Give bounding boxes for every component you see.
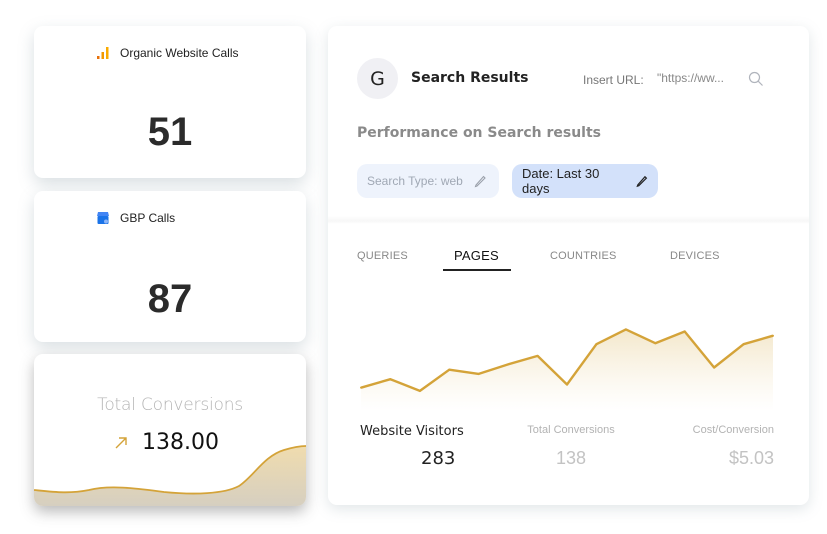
insert-url-label: Insert URL:	[583, 73, 644, 87]
date-range-filter-chip[interactable]: Date: Last 30 days	[512, 164, 658, 198]
chart-point	[654, 342, 657, 345]
active-tab-indicator	[443, 269, 511, 271]
total-conversions-card: Total Conversions 138.00	[34, 354, 306, 506]
cost-per-conversion-value: $5.03	[728, 448, 774, 468]
website-visitors-stat: Website Visitors 283	[360, 424, 464, 469]
search-results-panel: G Search Results Insert URL: Performance…	[328, 26, 809, 505]
date-range-label: Date: Last 30 days	[522, 166, 600, 196]
dimension-tabs: QUERIES PAGES COUNTRIES DEVICES	[357, 248, 777, 274]
cost-per-conversion-label: Cost/Conversion	[692, 424, 774, 436]
chart-area-fill	[361, 329, 773, 411]
chart-point	[418, 389, 421, 392]
section-divider	[328, 216, 809, 224]
tab-countries[interactable]: COUNTRIES	[550, 250, 617, 262]
total-conversions-stat-label: Total Conversions	[527, 424, 615, 436]
google-avatar: G	[357, 58, 398, 99]
total-conversions-label: Total Conversions	[97, 395, 243, 415]
gbp-calls-label: GBP Calls	[120, 211, 176, 225]
chart-point	[360, 386, 362, 389]
panel-title: Search Results	[411, 70, 529, 86]
url-input[interactable]	[657, 71, 737, 85]
google-business-profile-icon	[97, 212, 109, 224]
search-type-filter-chip[interactable]: Search Type: web	[357, 164, 499, 198]
chart-point	[507, 363, 510, 366]
chart-point	[624, 328, 627, 331]
website-visitors-label: Website Visitors	[360, 424, 464, 439]
chart-point	[536, 354, 539, 357]
tab-queries[interactable]: QUERIES	[357, 250, 408, 262]
chart-point	[477, 372, 480, 375]
pencil-icon[interactable]	[635, 174, 648, 188]
organic-calls-label: Organic Website Calls	[120, 46, 239, 60]
performance-subtitle: Performance on Search results	[357, 125, 601, 141]
chart-point	[742, 343, 745, 346]
visitors-area-chart	[360, 328, 774, 411]
total-conversions-stat-value: 138	[555, 448, 587, 468]
chart-point	[713, 366, 716, 369]
analytics-bars-icon	[97, 47, 109, 59]
gbp-calls-card: GBP Calls 87	[34, 191, 306, 342]
tab-devices[interactable]: DEVICES	[670, 250, 720, 262]
gbp-calls-header: GBP Calls	[96, 211, 175, 225]
gbp-calls-value: 87	[147, 277, 193, 321]
conversions-trend-wave	[34, 445, 306, 506]
chart-point	[389, 378, 392, 381]
organic-calls-value: 51	[147, 110, 193, 154]
search-type-label: Search Type: web	[367, 174, 463, 188]
chart-point	[448, 368, 451, 371]
search-icon[interactable]	[748, 71, 764, 87]
organic-website-calls-card: Organic Website Calls 51	[34, 26, 306, 178]
pencil-icon[interactable]	[473, 174, 487, 188]
total-conversions-stat: Total Conversions 138	[523, 424, 619, 469]
organic-calls-header: Organic Website Calls	[96, 46, 239, 60]
chart-point	[566, 383, 568, 386]
chart-point	[772, 334, 774, 337]
tab-pages[interactable]: PAGES	[454, 248, 499, 263]
cost-per-conversion-stat: Cost/Conversion $5.03	[693, 424, 774, 469]
chart-point	[683, 330, 686, 333]
website-visitors-value: 283	[421, 448, 456, 469]
chart-point	[595, 343, 598, 346]
